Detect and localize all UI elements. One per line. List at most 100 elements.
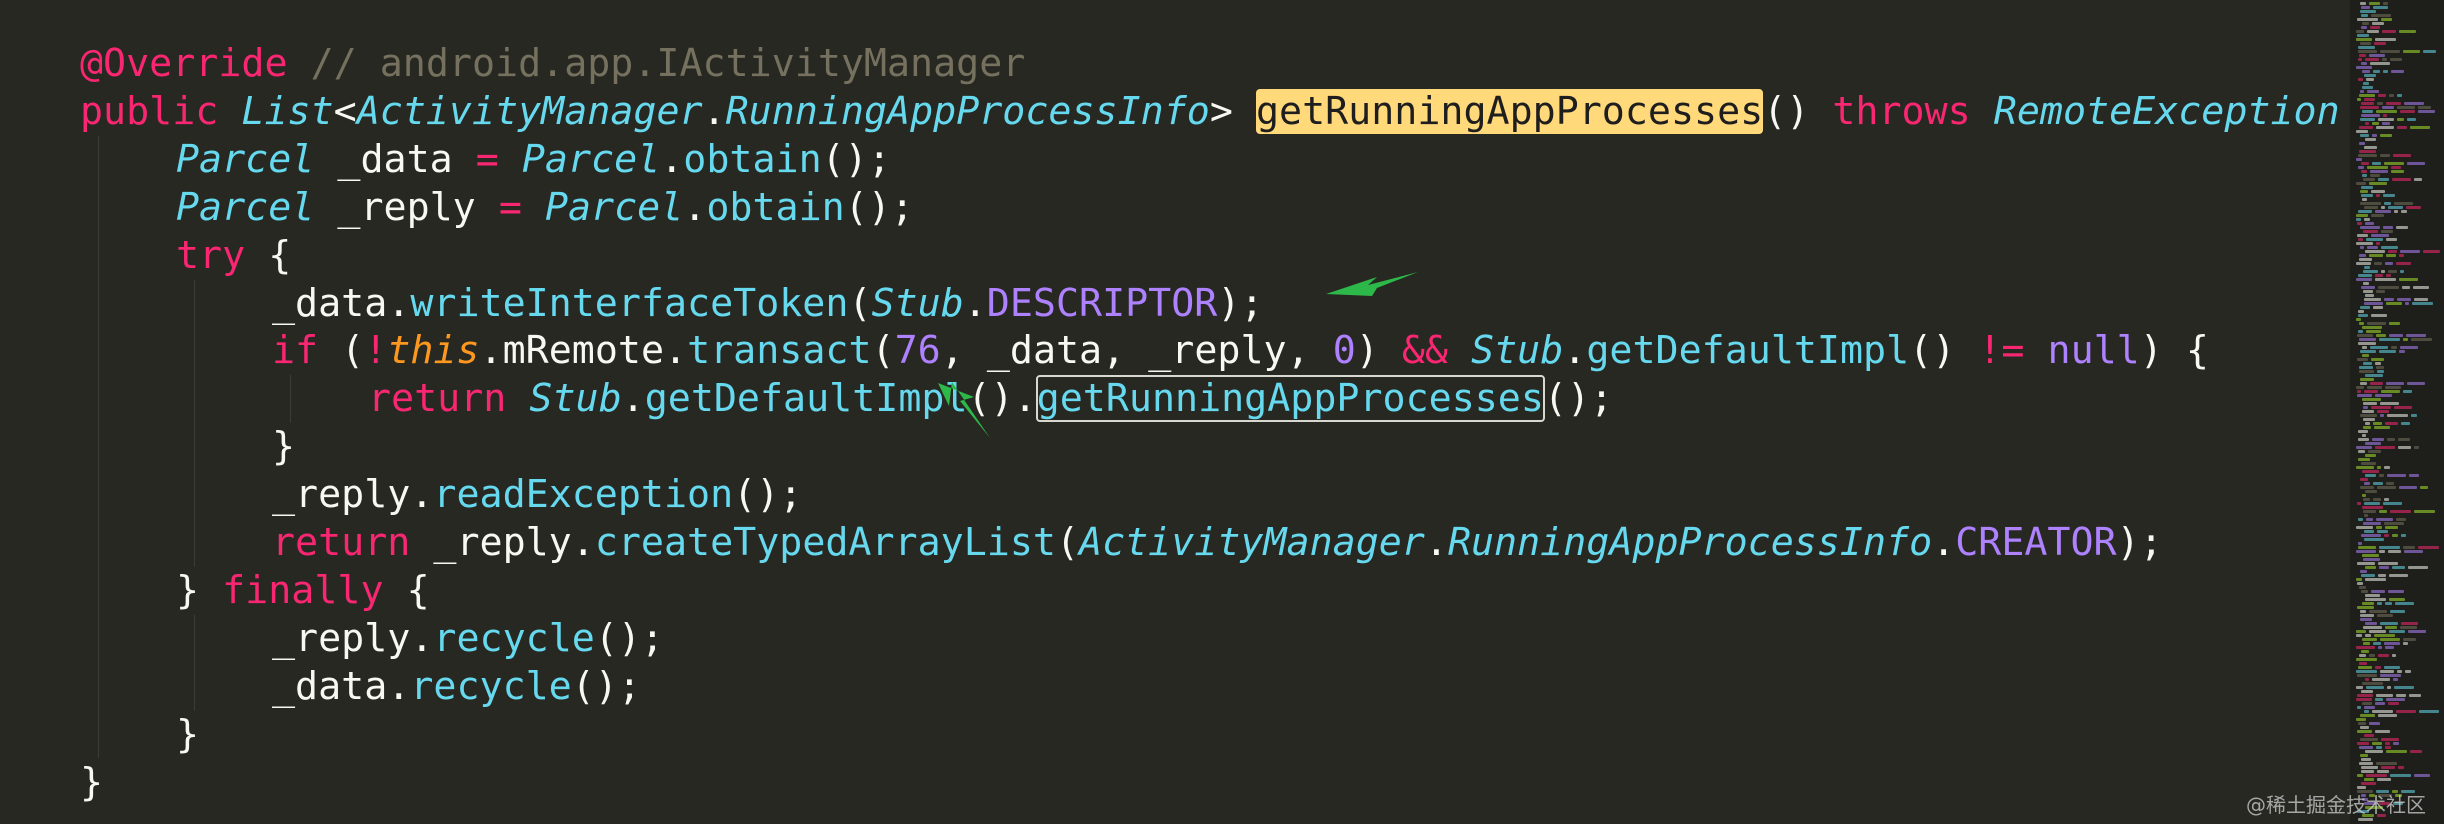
- minimap-line: [2362, 354, 2369, 357]
- minimap-line: [2360, 382, 2367, 385]
- minimap-line: [2405, 302, 2409, 305]
- code-line[interactable]: _reply.recycle();: [272, 615, 664, 663]
- code-token: return: [368, 376, 507, 422]
- code-line[interactable]: }: [80, 759, 103, 807]
- minimap-line: [2361, 14, 2368, 17]
- minimap-line: [2364, 734, 2374, 737]
- code-line[interactable]: if (!this.mRemote.transact(76, _data, _r…: [272, 327, 2209, 375]
- minimap-line: [2356, 130, 2368, 133]
- code-token: .: [963, 280, 987, 326]
- minimap-line: [2378, 94, 2386, 97]
- code-line[interactable]: }: [176, 711, 199, 759]
- minimap-line: [2361, 770, 2374, 773]
- minimap-line: [2394, 202, 2413, 205]
- minimap-line: [2382, 122, 2390, 125]
- code-line[interactable]: _data.writeInterfaceToken(Stub.DESCRIPTO…: [272, 280, 1263, 328]
- minimap-line: [2364, 514, 2368, 517]
- minimap-line: [2397, 118, 2404, 121]
- minimap[interactable]: [2350, 0, 2444, 824]
- minimap-line: [2361, 758, 2371, 761]
- code-line[interactable]: }: [272, 423, 295, 471]
- minimap-line: [2373, 642, 2381, 645]
- minimap-line: [2374, 262, 2382, 265]
- minimap-line: [2376, 694, 2393, 697]
- code-line[interactable]: return Stub.getDefaultImpl().getRunningA…: [368, 375, 1613, 423]
- minimap-line: [2372, 122, 2379, 125]
- minimap-line: [2358, 314, 2368, 317]
- minimap-line: [2365, 490, 2377, 493]
- minimap-line: [2398, 766, 2404, 769]
- minimap-line: [2378, 574, 2386, 577]
- minimap-line: [2361, 690, 2373, 693]
- code-token: ();: [821, 136, 891, 182]
- code-token: Stub: [871, 280, 964, 326]
- minimap-line: [2358, 210, 2372, 213]
- minimap-line: [2364, 146, 2377, 149]
- minimap-line: [2359, 54, 2366, 57]
- code-line[interactable]: @Override // android.app.IActivityManage…: [80, 40, 1025, 88]
- minimap-line: [2356, 182, 2366, 185]
- minimap-line: [2360, 202, 2381, 205]
- minimap-line: [2369, 254, 2383, 257]
- minimap-line: [2358, 238, 2363, 241]
- minimap-line: [2378, 562, 2398, 565]
- minimap-line: [2398, 446, 2411, 449]
- minimap-line: [2388, 550, 2401, 553]
- minimap-line: [2379, 338, 2400, 341]
- minimap-line: [2356, 686, 2363, 689]
- minimap-line: [2358, 438, 2369, 441]
- minimap-line: [2371, 590, 2385, 593]
- minimap-line: [2397, 94, 2402, 97]
- minimap-line: [2418, 110, 2435, 113]
- code-token: null: [2047, 328, 2140, 374]
- code-token: (: [871, 328, 895, 374]
- minimap-line: [2407, 162, 2425, 165]
- minimap-line: [2374, 42, 2386, 45]
- code-token: ();: [844, 184, 914, 230]
- minimap-line: [2362, 682, 2383, 685]
- minimap-line: [2409, 474, 2419, 477]
- code-token: public: [80, 88, 242, 134]
- code-line[interactable]: _data.recycle();: [272, 663, 641, 711]
- minimap-line: [2377, 410, 2389, 413]
- minimap-line: [2392, 566, 2405, 569]
- code-token: transact: [687, 328, 872, 374]
- code-line[interactable]: Parcel _data = Parcel.obtain();: [176, 136, 891, 184]
- minimap-line: [2359, 94, 2375, 97]
- minimap-line: [2393, 742, 2399, 745]
- minimap-line: [2364, 206, 2378, 209]
- minimap-line: [2375, 666, 2381, 669]
- minimap-line: [2356, 718, 2366, 721]
- minimap-line: [2363, 178, 2375, 181]
- minimap-line: [2356, 658, 2377, 661]
- minimap-line: [2371, 234, 2389, 237]
- code-editor[interactable]: @Override // android.app.IActivityManage…: [0, 0, 2350, 824]
- minimap-line: [2364, 538, 2384, 541]
- minimap-line: [2368, 450, 2381, 453]
- code-token: CREATOR: [1955, 520, 2117, 565]
- minimap-line: [2356, 278, 2372, 281]
- code-line[interactable]: return _reply.createTypedArrayList(Activ…: [272, 519, 2163, 567]
- minimap-line: [2361, 186, 2373, 189]
- code-line[interactable]: Parcel _reply = Parcel.obtain();: [176, 184, 914, 232]
- code-line[interactable]: } finally {: [176, 567, 430, 615]
- minimap-line: [2362, 174, 2367, 177]
- code-token: .: [702, 88, 726, 134]
- minimap-line: [2403, 546, 2415, 549]
- minimap-line: [2358, 154, 2377, 157]
- code-line[interactable]: try {: [176, 232, 291, 280]
- minimap-line: [2383, 114, 2387, 117]
- minimap-line: [2358, 46, 2375, 49]
- minimap-line: [2418, 106, 2431, 109]
- minimap-line: [2356, 550, 2376, 553]
- code-token: obtain: [683, 136, 822, 182]
- minimap-line: [2379, 566, 2389, 569]
- minimap-line: [2372, 438, 2384, 441]
- code-line[interactable]: _reply.readException();: [272, 471, 802, 519]
- minimap-line: [2370, 62, 2390, 65]
- minimap-line: [2377, 770, 2389, 773]
- code-line[interactable]: public List<ActivityManager.RunningAppPr…: [80, 88, 2340, 136]
- minimap-line: [2386, 750, 2407, 753]
- minimap-line: [2408, 630, 2426, 633]
